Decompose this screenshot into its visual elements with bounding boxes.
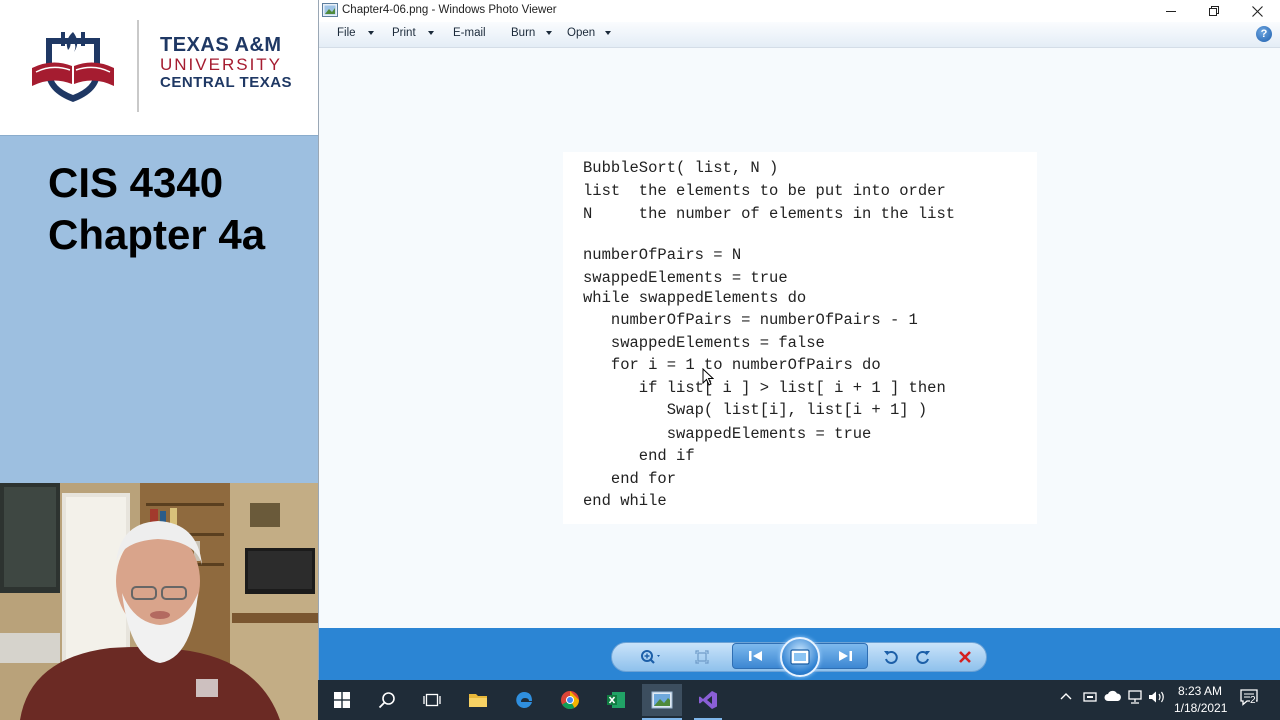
- mouse-cursor-icon: [702, 368, 714, 386]
- help-icon[interactable]: ?: [1256, 26, 1272, 42]
- university-emblem-icon: [32, 32, 114, 102]
- delete-button[interactable]: [951, 645, 979, 669]
- code-line: Swap( list[i], list[i + 1] ): [583, 401, 928, 419]
- delete-icon: [959, 651, 971, 663]
- chrome-icon: [561, 691, 579, 710]
- webcam-feed: [0, 483, 318, 720]
- photo-viewer-window: Chapter4-06.png - Windows Photo Viewer F…: [318, 0, 1280, 680]
- logo-text-line1: TEXAS A&M: [160, 34, 282, 56]
- code-line: BubbleSort( list, N ): [583, 159, 779, 177]
- rotate-clockwise-icon: [916, 651, 930, 664]
- code-line: list the elements to be put into order: [583, 182, 946, 200]
- menu-open[interactable]: Open: [567, 27, 595, 39]
- edge-button[interactable]: [504, 684, 544, 716]
- file-explorer-icon: [469, 694, 487, 707]
- chevron-down-icon[interactable]: [546, 31, 552, 35]
- chevron-down-icon[interactable]: [605, 31, 611, 35]
- slide-title-chapter: Chapter 4a: [48, 211, 266, 258]
- menu-bar: File Print E-mail Burn Open ?: [319, 22, 1280, 48]
- code-line: N the number of elements in the list: [583, 205, 956, 223]
- code-line: end if: [583, 447, 695, 465]
- taskbar: 8:23 AM 1/18/2021 2: [318, 680, 1280, 720]
- restore-icon: [1209, 6, 1219, 16]
- volume-icon[interactable]: [1148, 690, 1166, 708]
- slideshow-icon: [790, 649, 810, 665]
- slide-title-area: CIS 4340 Chapter 4a: [0, 135, 318, 483]
- code-line: swappedElements = false: [583, 334, 825, 352]
- task-view-button[interactable]: [412, 684, 452, 716]
- device-icon[interactable]: [1082, 690, 1098, 708]
- excel-button[interactable]: [596, 684, 636, 716]
- close-button[interactable]: [1235, 0, 1279, 22]
- image-canvas[interactable]: BubbleSort( list, N ) list the elements …: [319, 48, 1280, 628]
- university-logo: TEXAS A&M UNIVERSITY CENTRAL TEXAS: [0, 0, 318, 135]
- next-icon: [839, 651, 852, 661]
- start-button[interactable]: [322, 684, 362, 716]
- excel-icon: [607, 692, 625, 708]
- menu-email[interactable]: E-mail: [453, 27, 486, 39]
- clock-time[interactable]: 8:23 AM: [1178, 684, 1222, 698]
- logo-divider: [137, 20, 139, 112]
- menu-print[interactable]: Print: [392, 27, 416, 39]
- previous-button[interactable]: [741, 645, 771, 667]
- task-view-icon: [423, 693, 441, 707]
- visual-studio-icon: [699, 691, 717, 709]
- show-hidden-icons-chevron-up-icon[interactable]: [1060, 690, 1072, 705]
- webcam-scene: [0, 483, 318, 720]
- logo-text-line2: UNIVERSITY: [160, 55, 283, 74]
- photo-viewer-taskbar-button[interactable]: [642, 684, 682, 720]
- displayed-image: BubbleSort( list, N ) list the elements …: [563, 152, 1037, 524]
- search-button[interactable]: [367, 684, 407, 716]
- file-explorer-button[interactable]: [458, 684, 498, 716]
- previous-icon: [749, 651, 762, 661]
- code-line: numberOfPairs = numberOfPairs - 1: [583, 311, 918, 329]
- chrome-button[interactable]: [550, 684, 590, 716]
- logo-text-line3: CENTRAL TEXAS: [160, 74, 293, 91]
- window-title: Chapter4-06.png - Windows Photo Viewer: [342, 4, 557, 16]
- rotate-counterclockwise-icon: [884, 651, 898, 664]
- code-line: end while: [583, 492, 667, 510]
- rotate-clockwise-button[interactable]: [909, 645, 937, 669]
- viewer-controls-bar: [319, 628, 1280, 680]
- code-line: swappedElements = true: [583, 425, 872, 443]
- notifications-button[interactable]: 2: [1240, 688, 1258, 710]
- menu-file[interactable]: File: [337, 27, 356, 39]
- slide-title-course: CIS 4340: [48, 159, 224, 206]
- slide-panel: TEXAS A&M UNIVERSITY CENTRAL TEXAS CIS 4…: [0, 0, 318, 720]
- chevron-down-icon[interactable]: [428, 31, 434, 35]
- next-button[interactable]: [830, 645, 860, 667]
- search-icon: [378, 692, 395, 709]
- zoom-icon: [641, 650, 660, 664]
- code-line: numberOfPairs = N: [583, 246, 742, 264]
- code-line: if list[ i ] > list[ i + 1 ] then: [583, 379, 946, 397]
- clock-date[interactable]: 1/18/2021: [1174, 701, 1227, 715]
- chevron-down-icon[interactable]: [368, 31, 374, 35]
- rotate-counterclockwise-button[interactable]: [877, 645, 905, 669]
- minimize-icon: [1166, 10, 1176, 12]
- title-bar[interactable]: Chapter4-06.png - Windows Photo Viewer: [319, 0, 1280, 22]
- notification-count-badge: 2: [1250, 695, 1256, 706]
- minimize-button[interactable]: [1149, 0, 1193, 22]
- code-line: for i = 1 to numberOfPairs do: [583, 356, 881, 374]
- photo-viewer-icon: [651, 691, 673, 709]
- fit-window-icon: [695, 650, 709, 664]
- close-icon: [1251, 5, 1263, 17]
- windows-start-icon: [334, 692, 350, 708]
- slideshow-button[interactable]: [780, 637, 820, 677]
- network-icon[interactable]: [1127, 690, 1143, 708]
- visual-studio-button[interactable]: [688, 684, 728, 720]
- onedrive-cloud-icon[interactable]: [1104, 690, 1122, 706]
- code-line: while swappedElements do: [583, 289, 807, 307]
- menu-burn[interactable]: Burn: [511, 27, 535, 39]
- code-line: end for: [583, 470, 677, 488]
- fit-window-button[interactable]: [689, 645, 715, 669]
- edge-icon: [516, 692, 532, 708]
- photo-viewer-app-icon: [322, 3, 338, 17]
- zoom-button[interactable]: [637, 645, 665, 669]
- code-line: swappedElements = true: [583, 269, 788, 287]
- restore-button[interactable]: [1192, 0, 1236, 22]
